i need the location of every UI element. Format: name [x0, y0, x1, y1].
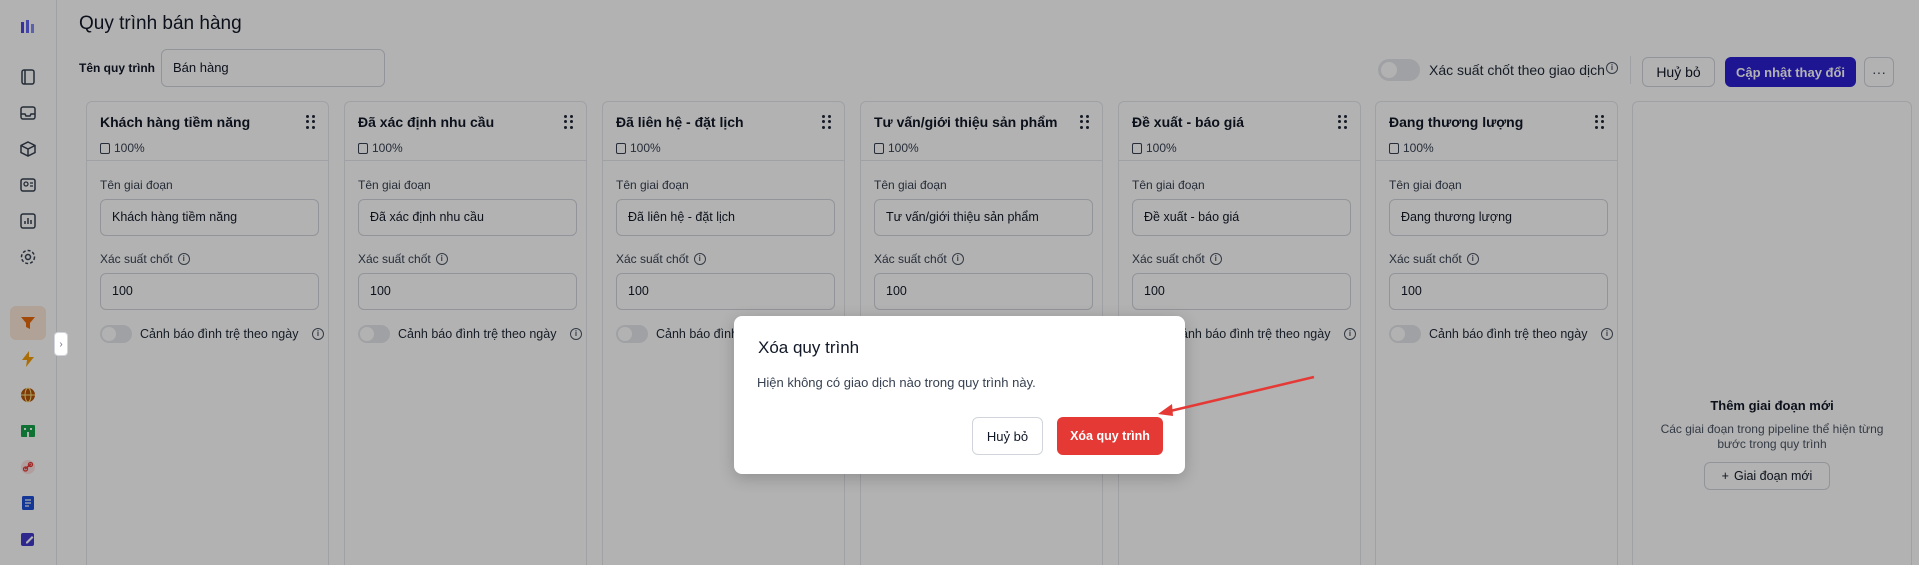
delete-pipeline-button[interactable]: Xóa quy trình [1057, 417, 1163, 455]
modal-overlay[interactable] [0, 0, 1919, 565]
dialog-message: Hiện không có giao dịch nào trong quy tr… [757, 375, 1036, 390]
delete-pipeline-dialog: Xóa quy trình Hiện không có giao dịch nà… [734, 316, 1185, 474]
annotation-arrow [1158, 375, 1315, 416]
dialog-title: Xóa quy trình [758, 338, 860, 357]
dialog-cancel-button[interactable]: Huỷ bỏ [972, 417, 1043, 455]
sidebar-collapse-button[interactable]: › [54, 332, 68, 356]
